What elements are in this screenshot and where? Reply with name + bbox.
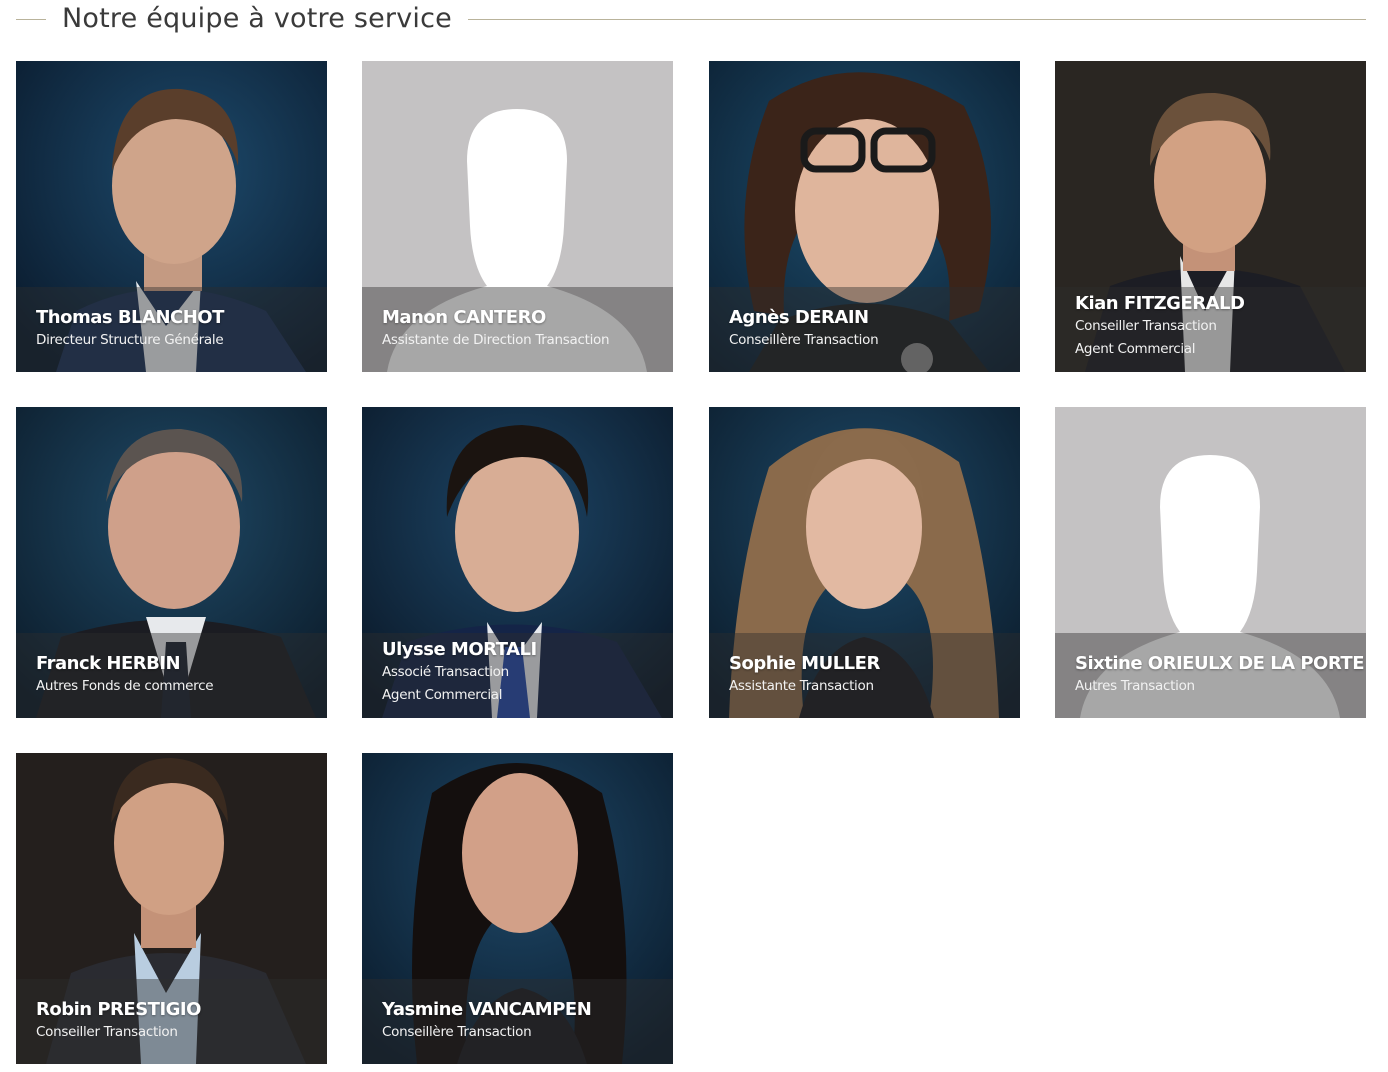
section-title: Notre équipe à votre service	[62, 2, 452, 34]
team-card-thomas-blanchot[interactable]: Thomas BLANCHOT Directeur Structure Géné…	[16, 61, 327, 372]
member-caption: Robin PRESTIGIO Conseiller Transaction	[16, 979, 327, 1064]
member-name: Ulysse MORTALI	[382, 639, 537, 660]
member-name: Franck HERBIN	[36, 653, 181, 674]
member-caption: Ulysse MORTALI Associé Transaction Agent…	[362, 633, 673, 718]
member-caption: Thomas BLANCHOT Directeur Structure Géné…	[16, 287, 327, 372]
member-role: Conseillère Transaction	[729, 332, 879, 348]
header-rule-left	[16, 18, 46, 20]
member-name: Sophie MULLER	[729, 653, 880, 674]
member-name: Sixtine ORIEULX DE LA PORTE	[1075, 653, 1364, 674]
member-name: Robin PRESTIGIO	[36, 999, 201, 1020]
member-role: Assistante Transaction	[729, 678, 874, 694]
team-card-kian-fitzgerald[interactable]: Kian FITZGERALD Conseiller Transaction A…	[1055, 61, 1366, 372]
team-card-agnes-derain[interactable]: Agnès DERAIN Conseillère Transaction	[709, 61, 1020, 372]
team-card-sophie-muller[interactable]: Sophie MULLER Assistante Transaction	[709, 407, 1020, 718]
member-role: Conseiller Transaction	[1075, 318, 1217, 334]
member-role: Autres Transaction	[1075, 678, 1195, 694]
member-caption: Yasmine VANCAMPEN Conseillère Transactio…	[362, 979, 673, 1064]
member-role: Assistante de Direction Transaction	[382, 332, 610, 348]
section-header: Notre équipe à votre service	[16, 0, 1366, 36]
member-role: Agent Commercial	[382, 687, 503, 703]
member-caption: Sixtine ORIEULX DE LA PORTE Autres Trans…	[1055, 633, 1366, 718]
member-role: Conseillère Transaction	[382, 1024, 532, 1040]
member-name: Agnès DERAIN	[729, 307, 869, 328]
team-card-ulysse-mortali[interactable]: Ulysse MORTALI Associé Transaction Agent…	[362, 407, 673, 718]
member-role: Autres Fonds de commerce	[36, 678, 214, 694]
member-name: Yasmine VANCAMPEN	[382, 999, 592, 1020]
member-caption: Manon CANTERO Assistante de Direction Tr…	[362, 287, 673, 372]
member-role: Directeur Structure Générale	[36, 332, 224, 348]
member-name: Kian FITZGERALD	[1075, 293, 1245, 314]
member-caption: Sophie MULLER Assistante Transaction	[709, 633, 1020, 718]
member-caption: Agnès DERAIN Conseillère Transaction	[709, 287, 1020, 372]
team-card-yasmine-vancampen[interactable]: Yasmine VANCAMPEN Conseillère Transactio…	[362, 753, 673, 1064]
member-name: Thomas BLANCHOT	[36, 307, 224, 328]
team-card-franck-herbin[interactable]: Franck HERBIN Autres Fonds de commerce	[16, 407, 327, 718]
member-role: Agent Commercial	[1075, 341, 1196, 357]
header-rule-right	[467, 18, 1366, 20]
member-role: Associé Transaction	[382, 664, 509, 680]
team-card-manon-cantero[interactable]: Manon CANTERO Assistante de Direction Tr…	[362, 61, 673, 372]
member-name: Manon CANTERO	[382, 307, 546, 328]
team-card-sixtine-orieulx-de-la-porte[interactable]: Sixtine ORIEULX DE LA PORTE Autres Trans…	[1055, 407, 1366, 718]
member-role: Conseiller Transaction	[36, 1024, 178, 1040]
team-card-robin-prestigio[interactable]: Robin PRESTIGIO Conseiller Transaction	[16, 753, 327, 1064]
member-caption: Kian FITZGERALD Conseiller Transaction A…	[1055, 287, 1366, 372]
member-caption: Franck HERBIN Autres Fonds de commerce	[16, 633, 327, 718]
